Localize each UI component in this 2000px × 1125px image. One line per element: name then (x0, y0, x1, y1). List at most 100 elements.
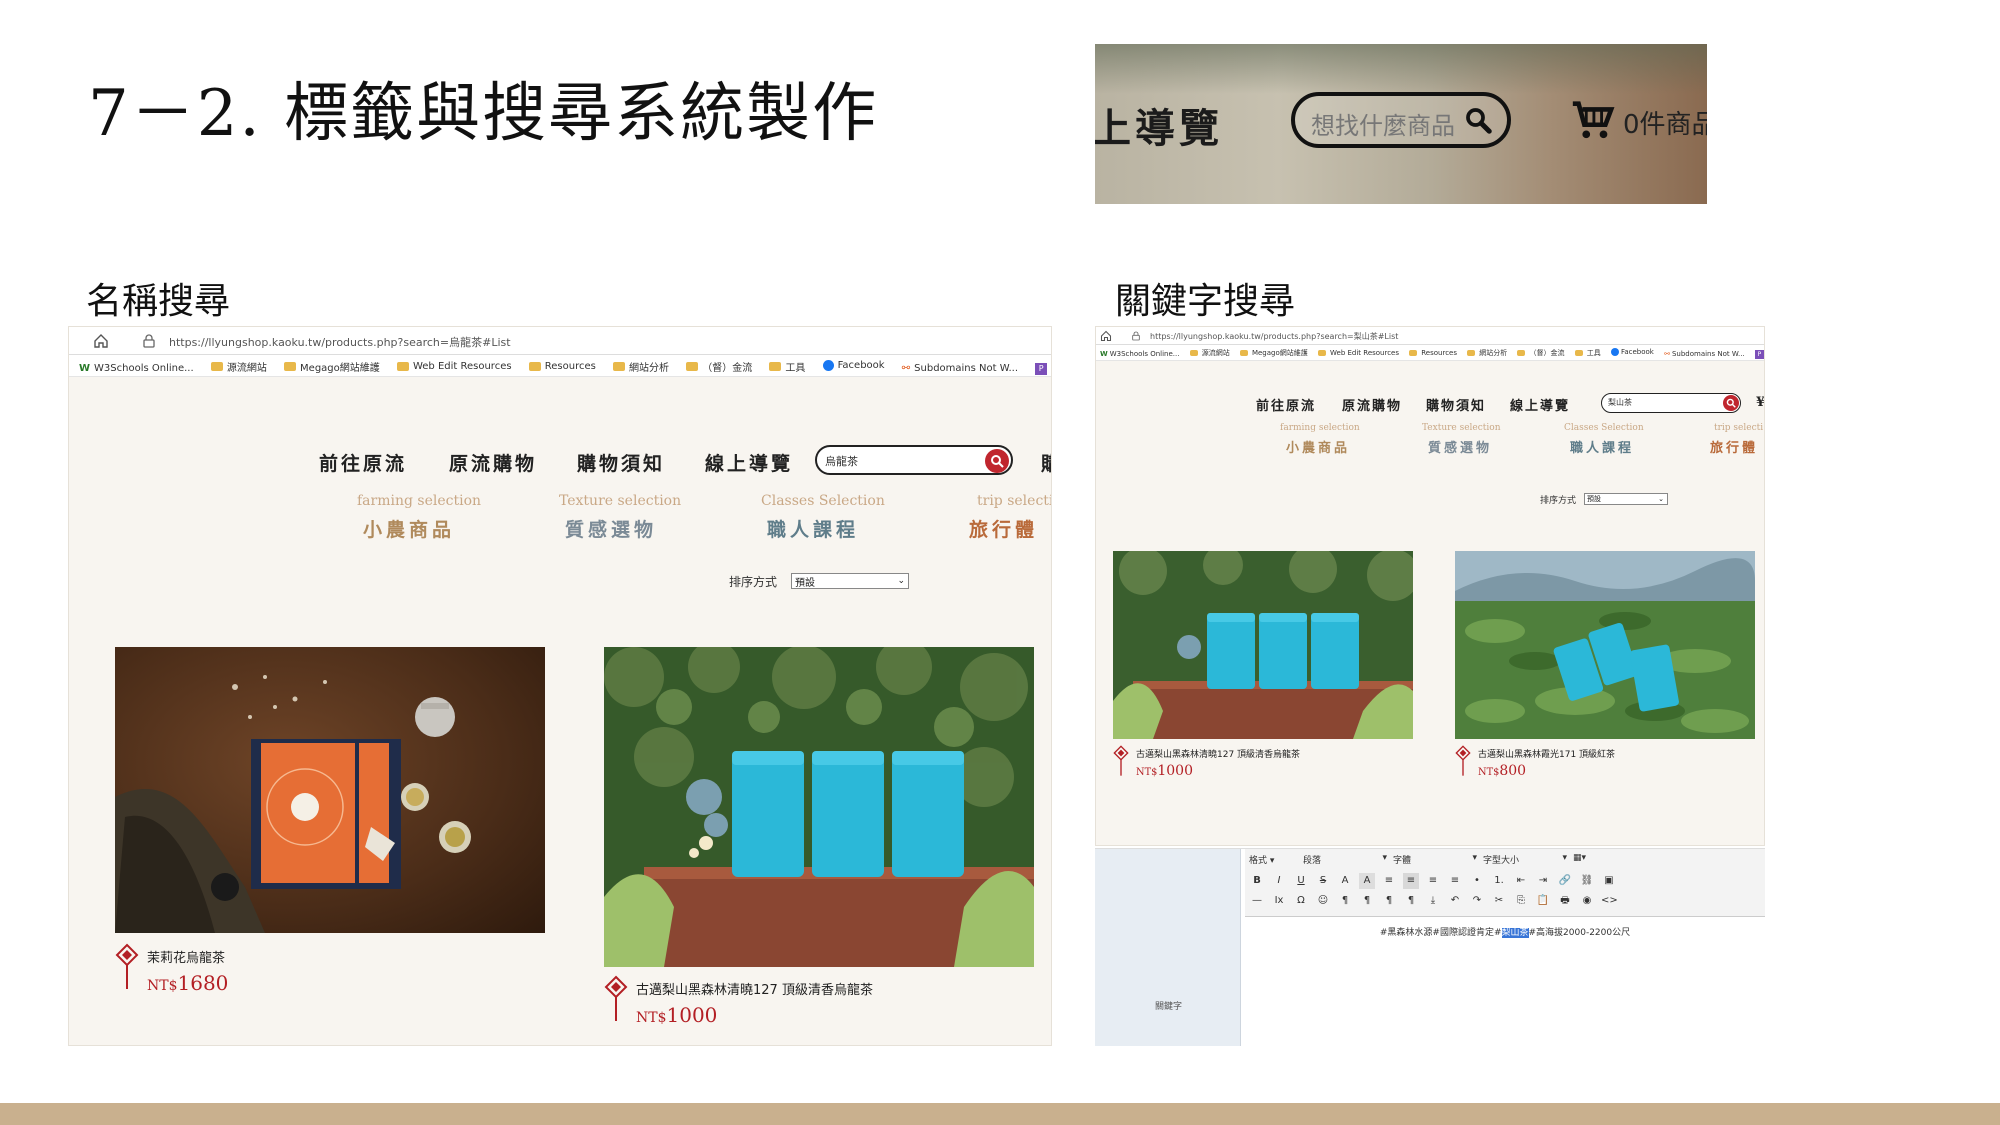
italic-button[interactable]: I (1271, 873, 1287, 889)
table-icon[interactable]: ▦▾ (1573, 853, 1586, 866)
nav-item-tour[interactable]: 線上導覽 (705, 449, 793, 476)
horizontal-rule-icon[interactable]: — (1249, 893, 1265, 909)
unlink-icon[interactable]: ⛓ (1579, 873, 1595, 889)
font-size-dropdown[interactable]: 字型大小 ▾ (1483, 853, 1567, 866)
upload-icon[interactable]: ⤓ (1425, 893, 1441, 909)
outdent-icon[interactable]: ⇤ (1513, 873, 1529, 889)
bookmark-item[interactable]: Resources (528, 361, 596, 372)
category-farming[interactable]: 小農商品 (363, 515, 455, 542)
bookmark-item[interactable]: Facebook (822, 360, 885, 371)
bookmark-item[interactable]: P (1035, 363, 1048, 375)
editor-content-area[interactable]: #黑森林水源#國際認證肯定#梨山茶#高海拔2000-2200公尺 (1245, 925, 1765, 938)
bookmark-item[interactable]: 工具 (769, 359, 805, 374)
paragraph-mark-icon[interactable]: ¶ (1381, 893, 1397, 909)
format-dropdown[interactable]: 格式 ▾ (1249, 853, 1297, 866)
align-center-icon[interactable]: ≡ (1403, 873, 1419, 889)
category-trip[interactable]: 旅行體 (969, 515, 1038, 542)
product-name[interactable]: 古邁梨山黑森林清曉127 頂級清香烏龍茶 (1136, 747, 1300, 760)
nav-item-shop[interactable]: 原流購物 (449, 449, 537, 476)
search-button[interactable] (1723, 395, 1739, 411)
bookmark-item[interactable]: W W3Schools Online... (79, 363, 194, 374)
nav-item-home[interactable]: 前往原流 (1256, 395, 1316, 414)
bookmark-item[interactable]: W W3Schools Online... (1100, 350, 1179, 358)
nav-item-cut[interactable]: ¥ (1756, 395, 1764, 410)
bookmark-item[interactable]: （督）金流 (1517, 348, 1564, 358)
redo-icon[interactable]: ↷ (1469, 893, 1485, 909)
sort-select[interactable]: 預設 ⌄ (791, 573, 909, 589)
nav-item-tour[interactable]: 線上導覽 (1510, 395, 1570, 414)
preview-icon[interactable]: ◉ (1579, 893, 1595, 909)
link-icon[interactable]: 🔗 (1557, 873, 1573, 889)
home-icon[interactable] (93, 333, 109, 349)
emoji-icon[interactable]: ☺ (1315, 893, 1331, 909)
copy-icon[interactable]: ⎘ (1513, 893, 1529, 909)
bookmark-item[interactable]: Facebook (1610, 348, 1654, 356)
source-code-icon[interactable]: <> (1601, 893, 1618, 909)
bookmark-item[interactable]: Megago網站維護 (284, 359, 380, 374)
special-char-icon[interactable]: Ω (1293, 893, 1309, 909)
image-icon[interactable]: ▣ (1601, 873, 1617, 889)
bookmark-item[interactable]: ⚯ Subdomains Not W... (1664, 350, 1745, 358)
rtl-icon[interactable]: ¶ (1359, 893, 1375, 909)
indent-icon[interactable]: ⇥ (1535, 873, 1551, 889)
site-page: 前往原流 原流購物 購物須知 線上導覽 烏龍茶 購 farming select… (69, 377, 1051, 1045)
bookmark-item[interactable]: （督）金流 (686, 359, 752, 374)
bookmark-item[interactable]: 網站分析 (613, 359, 669, 374)
bookmark-item[interactable]: Web Edit Resources (1318, 349, 1399, 357)
undo-icon[interactable]: ↶ (1447, 893, 1463, 909)
nav-item-home[interactable]: 前往原流 (319, 449, 407, 476)
bookmark-item[interactable]: 源流網站 (1189, 348, 1230, 358)
url-text[interactable]: https://llyungshop.kaoku.tw/products.php… (169, 334, 511, 350)
bookmark-item[interactable]: P (1754, 350, 1764, 359)
url-text[interactable]: https://llyungshop.kaoku.tw/products.php… (1150, 331, 1398, 342)
justify-icon[interactable]: ≡ (1447, 873, 1463, 889)
show-blocks-icon[interactable]: ¶ (1403, 893, 1419, 909)
align-left-icon[interactable]: ≡ (1381, 873, 1397, 889)
bg-color-button[interactable]: A (1359, 873, 1375, 889)
sort-select[interactable]: 預設 ⌄ (1584, 493, 1668, 505)
bullet-list-icon[interactable]: • (1469, 873, 1485, 889)
cut-icon[interactable]: ✂ (1491, 893, 1507, 909)
paragraph-dropdown[interactable]: 段落 ▾ (1303, 853, 1387, 866)
nav-item-cut[interactable]: 購 (1041, 449, 1051, 476)
category-classes[interactable]: 職人課程 (1570, 437, 1634, 456)
paste-icon[interactable]: 📋 (1535, 893, 1551, 909)
nav-item-shop[interactable]: 原流購物 (1342, 395, 1402, 414)
product-name[interactable]: 古邁梨山黑森林霞光171 頂級紅茶 (1478, 747, 1615, 760)
font-dropdown[interactable]: 字體 ▾ (1393, 853, 1477, 866)
category-trip[interactable]: 旅行體 (1710, 437, 1758, 456)
bookmark-item[interactable]: 源流網站 (210, 359, 267, 374)
nav-item-notice[interactable]: 購物須知 (577, 449, 665, 476)
strikethrough-button[interactable]: S (1315, 873, 1331, 889)
keyword-editor-panel: 關鍵字 格式 ▾ 段落 ▾ 字體 ▾ 字型大小 ▾ ▦▾ B I U S A A… (1095, 848, 1765, 1046)
bookmark-item[interactable]: 網站分析 (1467, 348, 1507, 358)
search-input[interactable]: 梨山茶 (1601, 393, 1741, 413)
bold-button[interactable]: B (1249, 873, 1265, 889)
clear-format-icon[interactable]: Ix (1271, 893, 1287, 909)
search-input[interactable]: 烏龍茶 (815, 445, 1013, 475)
text-color-button[interactable]: A (1337, 873, 1353, 889)
product-image[interactable] (604, 647, 1034, 967)
underline-button[interactable]: U (1293, 873, 1309, 889)
product-image[interactable] (115, 647, 545, 933)
product-name[interactable]: 茉莉花烏龍茶 (147, 947, 225, 966)
ltr-icon[interactable]: ¶ (1337, 893, 1353, 909)
bookmark-item[interactable]: 工具 (1574, 348, 1601, 358)
print-icon[interactable]: 🖶 (1557, 893, 1573, 909)
numbered-list-icon[interactable]: 1. (1491, 873, 1507, 889)
align-right-icon[interactable]: ≡ (1425, 873, 1441, 889)
product-image[interactable] (1455, 551, 1755, 739)
bookmark-item[interactable]: Web Edit Resources (396, 361, 512, 372)
product-image[interactable] (1113, 551, 1413, 739)
nav-item-notice[interactable]: 購物須知 (1426, 395, 1486, 414)
product-name[interactable]: 古邁梨山黑森林清曉127 頂級清香烏龍茶 (636, 979, 873, 998)
category-texture[interactable]: 質感選物 (1428, 437, 1492, 456)
category-classes[interactable]: 職人課程 (767, 515, 859, 542)
bookmark-item[interactable]: ⚯ Subdomains Not W... (902, 363, 1018, 374)
category-texture[interactable]: 質感選物 (565, 515, 657, 542)
category-farming[interactable]: 小農商品 (1286, 437, 1350, 456)
bookmark-item[interactable]: Resources (1409, 349, 1457, 357)
bookmark-item[interactable]: Megago網站維護 (1239, 348, 1308, 358)
search-button[interactable] (985, 449, 1009, 473)
home-icon[interactable] (1100, 330, 1112, 342)
